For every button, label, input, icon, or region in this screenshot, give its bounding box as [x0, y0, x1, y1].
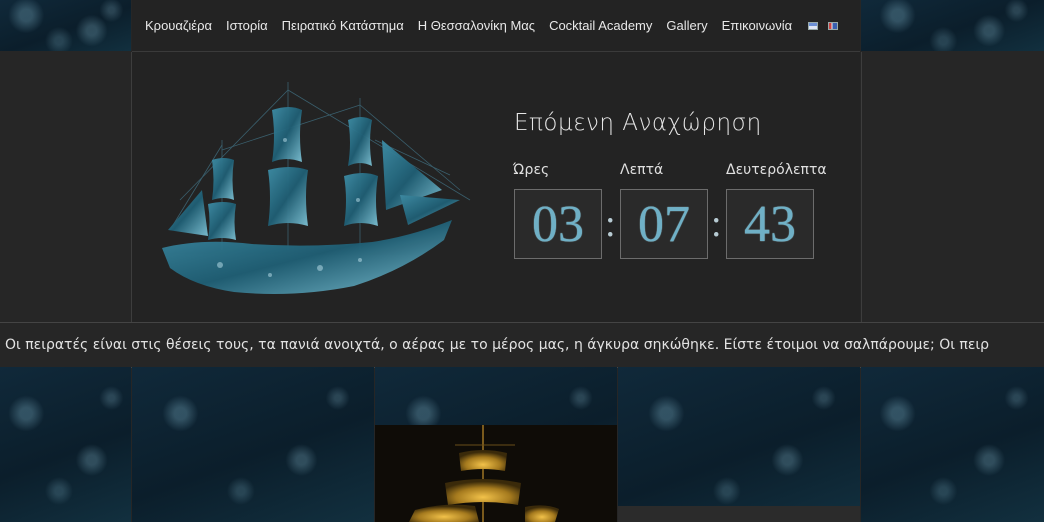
- main-navigation: Κρουαζιέρα Ιστορία Πειρατικό Κατάστημα Η…: [132, 0, 860, 52]
- nav-item-our-thessaloniki[interactable]: Η Θεσσαλονίκη Μας: [418, 18, 535, 33]
- ship-photo[interactable]: [375, 425, 617, 522]
- gallery-tile[interactable]: [132, 367, 374, 522]
- seconds-label: Δευτερόλεπτα: [726, 162, 827, 178]
- next-departure-heading: Επόμενη Αναχώρηση: [514, 110, 762, 136]
- scrolling-ticker: Οι πειρατές είναι στις θέσεις τους, τα π…: [0, 322, 1044, 368]
- hours-label: Ώρες: [513, 162, 550, 178]
- gallery-tile[interactable]: [0, 367, 131, 522]
- nav-item-gallery[interactable]: Gallery: [666, 18, 707, 33]
- gallery-tile[interactable]: [618, 367, 860, 522]
- right-side-panel: [861, 52, 1044, 322]
- hours-value: 03: [514, 189, 602, 259]
- english-flag-icon[interactable]: [828, 21, 839, 30]
- minutes-value: 07: [620, 189, 708, 259]
- ticker-text: Οι πειρατές είναι στις θέσεις τους, τα π…: [5, 337, 990, 353]
- minutes-label: Λεπτά: [620, 162, 664, 178]
- gallery-tile[interactable]: [861, 367, 1044, 522]
- nav-item-pirate-store[interactable]: Πειρατικό Κατάστημα: [282, 18, 404, 33]
- tile-caption-bar: [618, 506, 860, 522]
- illuminated-ship-icon: [375, 425, 617, 522]
- time-separator: :: [711, 203, 722, 245]
- sea-image-top-right: [861, 0, 1044, 51]
- time-separator: :: [605, 203, 616, 245]
- countdown-panel: Επόμενη Αναχώρηση Ώρες Λεπτά Δευτερόλεπτ…: [132, 52, 860, 322]
- nav-item-cocktail-academy[interactable]: Cocktail Academy: [549, 18, 652, 33]
- sea-image-top-left: [0, 0, 131, 51]
- nav-item-history[interactable]: Ιστορία: [226, 18, 268, 33]
- pirate-ship-icon: [162, 82, 471, 294]
- nav-item-contact[interactable]: Επικοινωνία: [722, 18, 793, 33]
- nav-item-cruise[interactable]: Κρουαζιέρα: [145, 18, 212, 33]
- greek-flag-icon[interactable]: [808, 21, 819, 30]
- seconds-value: 43: [726, 189, 814, 259]
- left-side-panel: [0, 52, 132, 322]
